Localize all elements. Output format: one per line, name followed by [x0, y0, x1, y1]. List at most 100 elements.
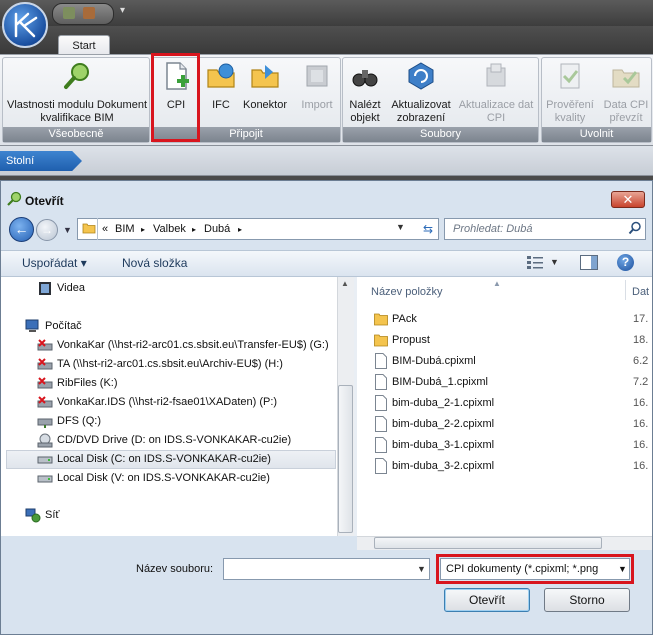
file-name: Propust [392, 334, 430, 346]
file-date: 6.2 [633, 355, 649, 367]
file-date: 16. [633, 439, 649, 451]
tree-item-label: Local Disk (C: on IDS.S-VONKAKAR-cu2ie) [57, 453, 271, 465]
network-drive-icon [37, 418, 53, 428]
cpi-highlight-box [151, 53, 200, 142]
tab-start[interactable]: Start [58, 35, 110, 55]
back-button[interactable]: ← [9, 217, 34, 242]
document-icon [375, 353, 387, 369]
group-label-release: Uvolnit [542, 127, 651, 142]
tree-scrollbar-thumb[interactable] [338, 385, 353, 533]
filename-dropdown-icon[interactable]: ▼ [417, 564, 426, 574]
address-separator[interactable]: ▸ [238, 225, 242, 234]
import-button[interactable]: Import [296, 60, 338, 112]
app-logo-button[interactable] [2, 2, 48, 48]
address-separator[interactable]: ▸ [192, 225, 196, 234]
file-list-hscrollbar-thumb[interactable] [374, 537, 602, 549]
document-icon [375, 374, 387, 390]
view-dropdown-icon[interactable]: ▼ [550, 257, 559, 267]
address-dropdown-icon[interactable]: ▼ [396, 222, 405, 232]
check-quality-label: Prověření kvality [546, 99, 594, 124]
help-icon[interactable]: ? [617, 254, 634, 271]
ifc-label: IFC [212, 99, 230, 111]
filename-input[interactable] [223, 558, 430, 580]
import-icon [306, 65, 328, 87]
find-object-label: Nalézt objekt [349, 99, 381, 124]
disconnected-drive-icon [37, 358, 53, 370]
document-icon [375, 416, 387, 432]
find-object-button[interactable]: Nalézt objekt [345, 60, 385, 125]
breadcrumb[interactable]: Stolní počítač [0, 151, 82, 171]
column-divider[interactable] [625, 280, 626, 300]
connector-label: Konektor [242, 99, 288, 111]
filetype-highlight-box [436, 554, 634, 584]
tree-item-label: VonkaKar (\\hst-ri2-arc01.cs.sbsit.eu\Tr… [57, 339, 329, 351]
binoculars-icon [352, 70, 378, 87]
qat-save-icon[interactable] [63, 7, 75, 19]
file-date: 16. [633, 397, 649, 409]
transfer-cpi-label: Data CPI převzít [603, 99, 649, 124]
column-header-date[interactable]: Dat [632, 286, 649, 298]
tree-item-label: CD/DVD Drive (D: on IDS.S-VONKAKAR-cu2ie… [57, 434, 292, 446]
tree-item-label: Síť [45, 509, 60, 521]
disk-icon [37, 475, 53, 483]
search-icon[interactable] [628, 221, 642, 235]
update-cpi-button[interactable]: Aktualizace dat CPI [455, 60, 537, 125]
refresh-view-icon [408, 62, 434, 90]
transfer-cpi-button[interactable]: Data CPI převzít [600, 60, 652, 125]
address-part-bim[interactable]: BIM [115, 223, 135, 235]
tree-item-label: Počítač [45, 320, 82, 332]
file-date: 7.2 [633, 376, 649, 388]
new-folder-button[interactable]: Nová složka [122, 256, 187, 270]
connector-button[interactable]: Konektor [240, 60, 290, 112]
check-document-icon [560, 63, 580, 89]
close-button[interactable]: ✕ [611, 191, 645, 208]
qat-customize-icon[interactable]: ▾ [120, 5, 125, 16]
address-part-duba[interactable]: Dubá [204, 223, 230, 235]
disconnected-drive-icon [37, 339, 53, 351]
import-label: Import [301, 99, 333, 111]
computer-icon [25, 319, 39, 332]
forward-button[interactable]: → [36, 219, 58, 241]
address-prefix[interactable]: « [102, 223, 108, 235]
preview-pane-icon[interactable] [580, 255, 598, 270]
sort-indicator-icon: ▲ [493, 279, 501, 288]
file-name: BIM-Dubá_1.cpixml [392, 376, 488, 388]
file-name: bim-duba_3-2.cpixml [392, 460, 495, 472]
document-icon [375, 437, 387, 453]
check-quality-button[interactable]: Prověření kvality [544, 60, 596, 125]
file-name: bim-duba_2-2.cpixml [392, 418, 495, 430]
disconnected-drive-icon [37, 377, 53, 389]
view-options-icon[interactable] [526, 255, 544, 269]
refresh-icon[interactable]: ⇆ [418, 219, 438, 239]
folder-connector-icon [251, 65, 279, 88]
cancel-button[interactable]: Storno [544, 588, 630, 612]
module-properties-button[interactable]: Vlastnosti modulu Dokument kvalifikace B… [5, 60, 149, 125]
address-part-valbek[interactable]: Valbek [153, 223, 186, 235]
scroll-up-icon[interactable]: ▲ [341, 279, 349, 288]
ribbon-group-general: Vlastnosti modulu Dokument kvalifikace B… [2, 57, 150, 143]
tree-item-label: TA (\\hst-ri2-arc01.cs.sbsit.eu\Archiv-E… [57, 358, 283, 370]
qat-undo-icon[interactable] [83, 7, 95, 19]
network-icon [25, 508, 41, 523]
folder-globe-icon [207, 63, 235, 88]
recent-locations-icon[interactable]: ▼ [63, 225, 72, 235]
tree-item-label: Local Disk (V: on IDS.S-VONKAKAR-cu2ie) [57, 472, 270, 484]
column-header-name[interactable]: Název položky [371, 286, 443, 298]
tree-item-label: VonkaKar.IDS (\\hst-ri2-fsae01\XADaten) … [57, 396, 278, 408]
update-view-button[interactable]: Aktualizovat zobrazení [389, 60, 453, 125]
file-date: 17. [633, 313, 649, 325]
file-date: 18. [633, 334, 649, 346]
filename-label: Název souboru: [136, 563, 214, 575]
quick-access-toolbar [52, 3, 114, 25]
dialog-magnifier-icon [7, 191, 22, 206]
file-date: 16. [633, 460, 649, 472]
file-name: PAck [392, 313, 417, 325]
ribbon-group-release: Prověření kvality Data CPI převzít Uvoln… [541, 57, 652, 143]
ifc-button[interactable]: IFC [204, 60, 238, 112]
open-button[interactable]: Otevřít [444, 588, 530, 612]
file-name: bim-duba_2-1.cpixml [392, 397, 495, 409]
organize-button[interactable]: Uspořádat ▾ [22, 256, 87, 270]
address-separator[interactable]: ▸ [141, 225, 145, 234]
document-icon [375, 458, 387, 474]
dvd-drive-icon [37, 433, 53, 448]
